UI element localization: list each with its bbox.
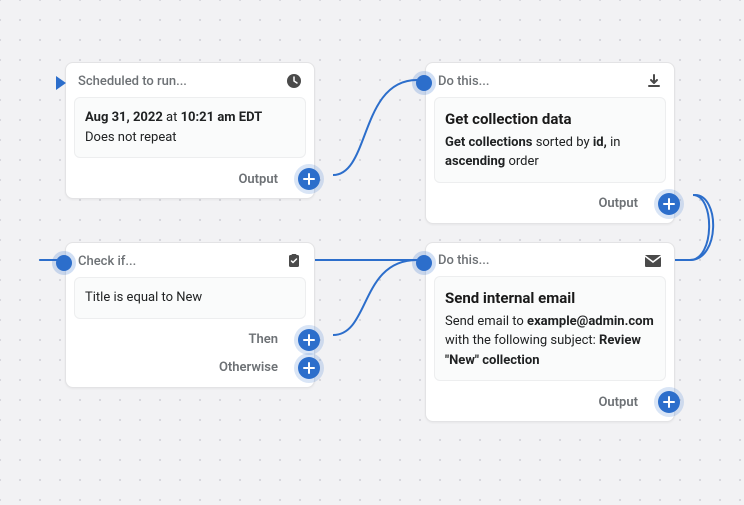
output-label: Output — [238, 172, 278, 187]
node-body: Get collection data Get collections sort… — [434, 97, 666, 183]
workflow-node-get-collection[interactable]: Do this... Get collection data Get colle… — [425, 62, 675, 224]
workflow-node-send-email[interactable]: Do this... Send internal email Send emai… — [425, 242, 675, 422]
add-otherwise-button[interactable] — [298, 357, 320, 379]
download-icon — [646, 73, 662, 89]
add-then-button[interactable] — [298, 329, 320, 351]
input-handle — [416, 255, 432, 271]
input-handle — [416, 75, 432, 91]
input-handle — [56, 255, 72, 271]
add-output-button[interactable] — [658, 193, 680, 215]
play-icon — [54, 75, 68, 95]
otherwise-label: Otherwise — [219, 360, 278, 375]
then-label: Then — [248, 332, 278, 347]
node-title: Check if... — [78, 254, 136, 269]
output-label: Output — [598, 395, 638, 410]
node-body: Aug 31, 2022 at 10:21 am EDT Does not re… — [74, 97, 306, 158]
node-title: Do this... — [438, 74, 490, 89]
workflow-node-check-if[interactable]: Check if... Title is equal to New Then O… — [65, 242, 315, 388]
node-title: Scheduled to run... — [78, 74, 187, 89]
add-output-button[interactable] — [658, 391, 680, 413]
node-title: Do this... — [438, 253, 490, 268]
add-output-button[interactable] — [298, 168, 320, 190]
workflow-node-scheduled[interactable]: Scheduled to run... Aug 31, 2022 at 10:2… — [65, 62, 315, 199]
node-body: Send internal email Send email to exampl… — [434, 276, 666, 381]
mail-icon — [644, 254, 662, 268]
clipboard-icon — [286, 253, 302, 269]
clock-icon — [286, 73, 302, 89]
output-label: Output — [598, 196, 638, 211]
node-body: Title is equal to New — [74, 277, 306, 319]
